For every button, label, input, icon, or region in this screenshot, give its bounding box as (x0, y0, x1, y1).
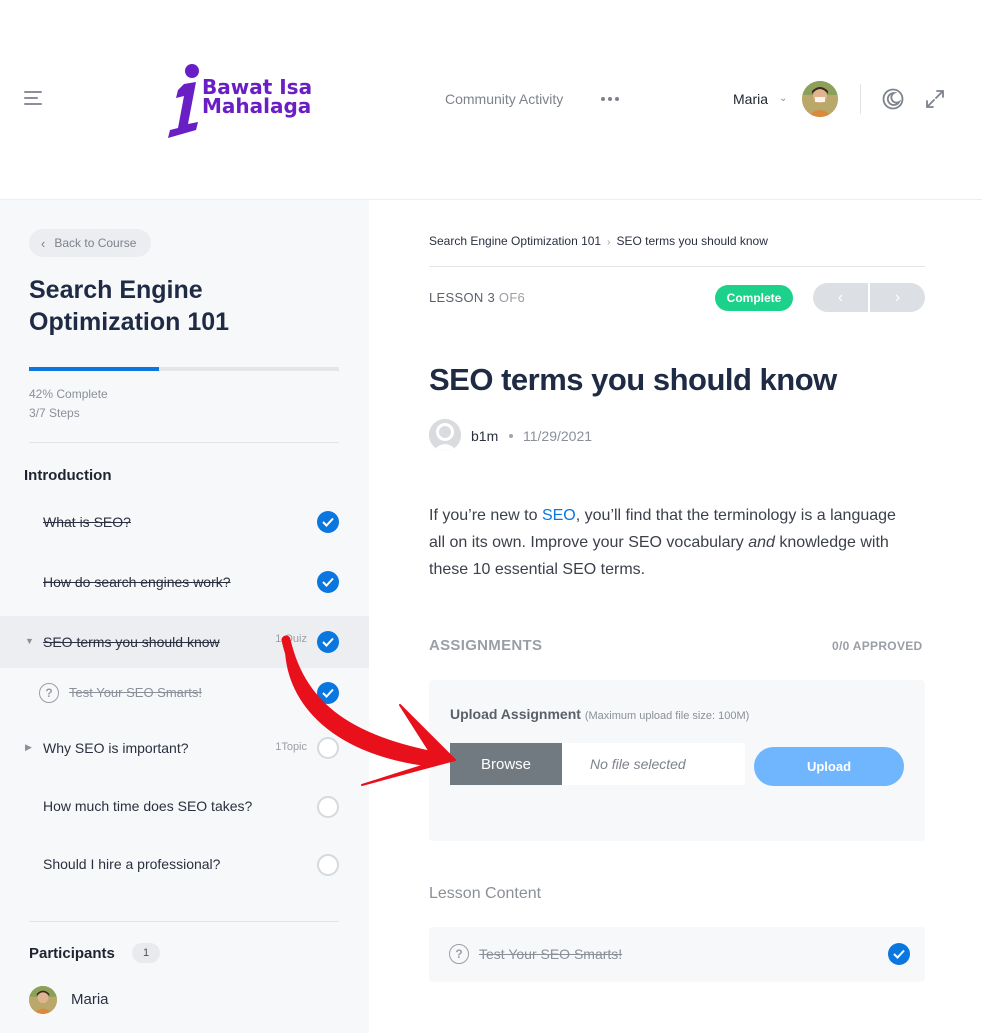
incomplete-circle-icon (317, 737, 339, 759)
sidebar-divider (29, 442, 339, 443)
back-to-course-button[interactable]: ‹ Back to Course (29, 229, 152, 257)
assignments-title: ASSIGNMENTS (429, 637, 543, 654)
lesson-content-label: Test Your SEO Smarts! (479, 946, 623, 962)
lesson-item[interactable]: What is SEO? (0, 496, 369, 548)
complete-check-icon (317, 571, 339, 593)
complete-check-icon (317, 682, 339, 704)
selected-file-field[interactable]: No file selected (562, 743, 745, 785)
lesson-label: Should I hire a professional? (43, 856, 221, 872)
complete-status-badge: Complete (715, 285, 793, 311)
menu-toggle-icon[interactable] (24, 91, 42, 105)
dark-mode-toggle-icon[interactable] (882, 88, 904, 110)
paragraph-emphasis: and (748, 534, 775, 551)
breadcrumb: Search Engine Optimization 101 › SEO terms… (429, 234, 768, 248)
chevron-left-icon: ‹ (837, 288, 844, 306)
lesson-title: SEO terms you should know (429, 362, 837, 397)
lesson-content-item[interactable]: ? Test Your SEO Smarts! (429, 927, 925, 982)
lesson-count-current: LESSON 3 (429, 290, 495, 305)
lesson-item-active[interactable]: ▼ SEO terms you should know 1 Quiz (0, 616, 369, 668)
logo-text-line2: Mahalaga (202, 94, 312, 118)
complete-check-icon (888, 943, 910, 965)
upload-assignment-panel: Upload Assignment (Maximum upload file s… (429, 680, 925, 841)
progress-summary: 42% Complete 3/7 Steps (29, 385, 108, 423)
progress-percent-text: 42% Complete (29, 387, 108, 401)
author-avatar[interactable] (429, 419, 461, 451)
lesson-item[interactable]: How do search engines work? (0, 556, 369, 608)
lesson-count-total: OF6 (498, 290, 526, 305)
user-menu-name[interactable]: Maria (733, 91, 768, 107)
lesson-main: Search Engine Optimization 101 › SEO terms… (369, 200, 982, 1033)
approved-count: 0/0 APPROVED (832, 639, 923, 653)
sidebar-divider (29, 921, 339, 922)
quiz-question-icon: ? (39, 683, 59, 703)
upload-assignment-label: Upload Assignment (Maximum upload file s… (450, 706, 749, 722)
participant-avatar[interactable] (29, 986, 57, 1014)
quiz-question-icon: ? (449, 944, 469, 964)
lesson-count: LESSON 3 OF6 (429, 290, 525, 305)
more-menu-icon[interactable] (601, 97, 619, 101)
chevron-down-icon[interactable]: ⌄ (779, 93, 787, 104)
chevron-right-icon: › (894, 288, 901, 306)
progress-steps-text: 3/7 Steps (29, 406, 80, 420)
lesson-item[interactable]: ▶ Why SEO is important? 1Topic (0, 722, 369, 774)
lesson-label: How much time does SEO takes? (43, 798, 253, 814)
complete-check-icon (317, 631, 339, 653)
lesson-item[interactable]: Should I hire a professional? (0, 839, 369, 891)
incomplete-circle-icon (317, 796, 339, 818)
author-name[interactable]: b1m (471, 428, 498, 444)
user-avatar[interactable] (802, 81, 838, 117)
paragraph-text: If you’re new to (429, 507, 542, 524)
lesson-intro-paragraph: If you’re new to SEO, you’ll find that t… (429, 502, 909, 583)
header-divider (860, 84, 861, 114)
lesson-meta: 1 Quiz (275, 633, 307, 645)
quiz-item[interactable]: ? Test Your SEO Smarts! (0, 668, 369, 718)
participants-count-badge: 1 (132, 943, 161, 963)
browse-file-button[interactable]: Browse (450, 743, 562, 785)
lesson-label: What is SEO? (43, 514, 131, 530)
lesson-label: SEO terms you should know (43, 634, 220, 650)
fullscreen-expand-icon[interactable] (924, 88, 946, 110)
lesson-label: Why SEO is important? (43, 740, 189, 756)
lesson-item[interactable]: How much time does SEO takes? (0, 781, 369, 833)
complete-check-icon (317, 511, 339, 533)
incomplete-circle-icon (317, 854, 339, 876)
lesson-label: How do search engines work? (43, 574, 231, 590)
participants-title: Participants (29, 945, 115, 962)
top-header: Bawat Isa Mahalaga Community Activity Ma… (0, 0, 982, 200)
breadcrumb-lesson[interactable]: SEO terms you should know (616, 234, 767, 248)
caret-down-icon[interactable]: ▼ (25, 636, 34, 646)
content-divider (429, 266, 925, 267)
seo-link[interactable]: SEO (542, 507, 576, 524)
next-lesson-button[interactable]: › (870, 283, 925, 312)
course-sidebar: ‹ Back to Course Search Engine Optimizat… (0, 200, 369, 1033)
upload-label-text: Upload Assignment (450, 706, 581, 722)
breadcrumb-separator-icon: › (607, 237, 611, 248)
previous-lesson-button[interactable]: ‹ (813, 283, 868, 312)
course-title: Search Engine Optimization 101 (29, 276, 230, 336)
upload-button[interactable]: Upload (754, 747, 904, 786)
back-to-course-label: Back to Course (54, 236, 137, 250)
caret-right-icon[interactable]: ▶ (25, 742, 32, 753)
meta-separator-dot (509, 434, 513, 438)
lesson-meta: 1Topic (275, 741, 307, 753)
site-logo[interactable]: Bawat Isa Mahalaga (162, 62, 322, 142)
section-title-introduction[interactable]: Introduction (24, 467, 111, 484)
course-progress-bar (29, 367, 339, 371)
chevron-left-icon: ‹ (41, 235, 46, 251)
breadcrumb-course[interactable]: Search Engine Optimization 101 (429, 234, 601, 248)
course-progress-fill (29, 367, 160, 371)
publish-date: 11/29/2021 (523, 428, 593, 444)
participant-name[interactable]: Maria (71, 991, 109, 1008)
quiz-label: Test Your SEO Smarts! (69, 685, 202, 700)
nav-community-activity[interactable]: Community Activity (445, 91, 563, 107)
lesson-content-title: Lesson Content (429, 885, 542, 902)
upload-size-note: (Maximum upload file size: 100M) (584, 710, 750, 722)
